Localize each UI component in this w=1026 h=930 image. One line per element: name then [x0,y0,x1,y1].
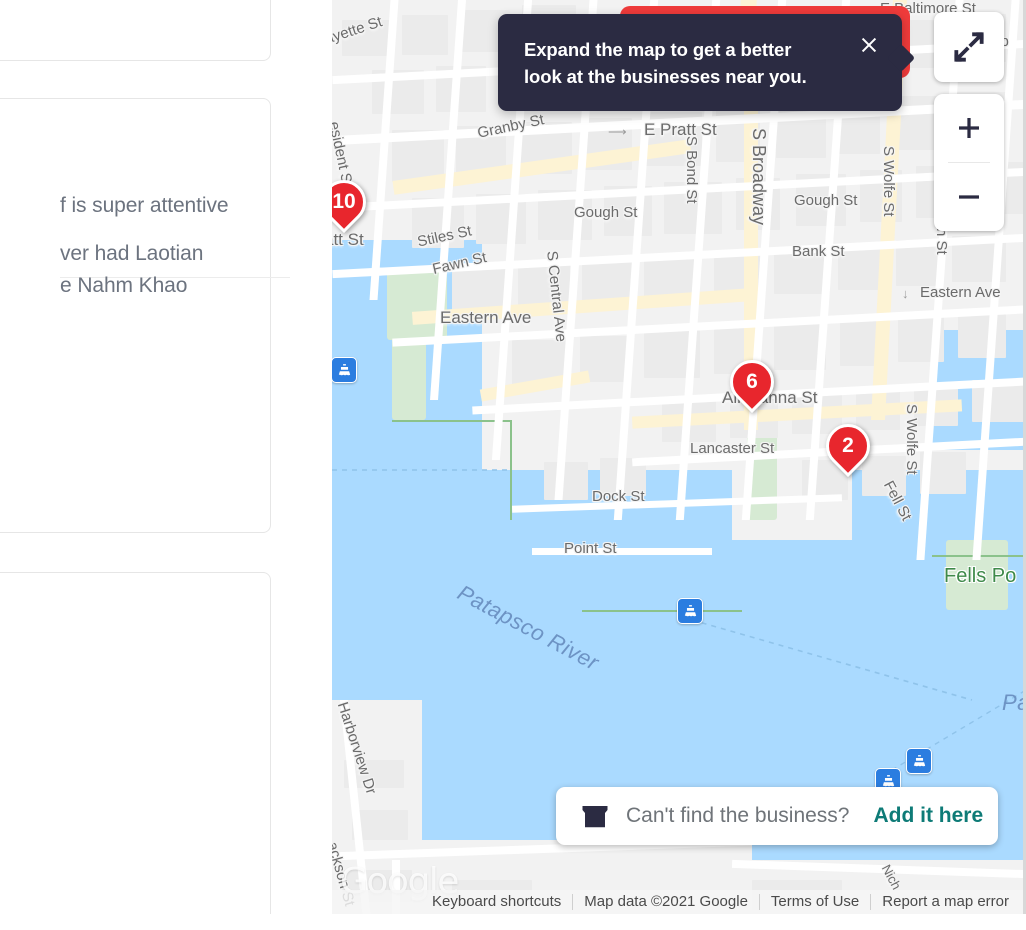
park-label: Fells Po [944,565,1017,587]
street-label: Point St [564,540,617,557]
expand-map-button[interactable] [934,12,1004,82]
street-label: Lancaster St [690,440,775,457]
ferry-icon[interactable] [332,357,357,383]
map-data-copyright: Map data ©2021 Google [584,893,748,910]
ferry-icon[interactable] [677,598,703,624]
page-bottom-spacer [0,914,1026,930]
add-business-bar[interactable]: Can't find the business? Add it here [556,787,998,845]
street-label: E Pratt St [644,120,717,139]
street-label: n St [933,228,950,255]
results-list: f is super attentive ver had Laotian e N… [0,0,332,930]
close-icon [861,37,877,53]
keyboard-shortcuts-link[interactable]: Keyboard shortcuts [421,890,572,914]
tooltip-close-button[interactable] [858,34,884,60]
map-marker-label: 2 [842,434,854,457]
review-snippet: f is super attentive [60,194,229,217]
plus-icon [959,118,979,138]
street-label: Gough St [574,204,638,221]
zoom-out-button[interactable] [934,163,1004,231]
ferry-icon[interactable] [906,748,932,774]
street-label: Dock St [592,488,645,505]
map-attribution-bar: Keyboard shortcuts Map data ©2021 Google… [332,890,1026,914]
review-snippet: ver had Laotian e Nahm Khao [60,242,204,297]
map-marker-label: 10 [332,190,356,213]
zoom-in-button[interactable] [934,94,1004,162]
storefront-icon [580,802,610,830]
street-label: Eastern Ave [440,308,532,327]
zoom-controls[interactable] [934,94,1004,231]
expand-map-tooltip: Expand the map to get a better look at t… [498,14,916,111]
street-label: Bank St [792,243,845,260]
expand-arrows-icon [954,32,984,62]
add-business-link[interactable]: Add it here [873,804,983,828]
terms-of-use-link[interactable]: Terms of Use [760,890,870,914]
result-card[interactable] [0,572,271,930]
tooltip-message: Expand the map to get a better look at t… [524,39,807,87]
street-label: S Broadway [749,128,769,226]
street-label: Eastern Ave [920,284,1001,301]
minus-icon [959,195,979,199]
street-label: S Bond St [683,136,700,204]
street-label: S Wolfe St [880,146,897,217]
street-label: att St [332,230,364,249]
report-map-error-link[interactable]: Report a map error [871,890,1020,914]
result-card[interactable] [0,0,271,61]
map-marker-label: 6 [746,370,758,393]
street-label: S Wolfe St [903,404,920,475]
map-search-page: f is super attentive ver had Laotian e N… [0,0,1026,930]
street-label: Gough St [794,192,858,209]
result-card[interactable] [0,98,271,533]
map-panel[interactable]: ayette St esident St Granby St E Pratt S… [332,0,1026,930]
add-business-prompt: Can't find the business? [626,804,850,827]
